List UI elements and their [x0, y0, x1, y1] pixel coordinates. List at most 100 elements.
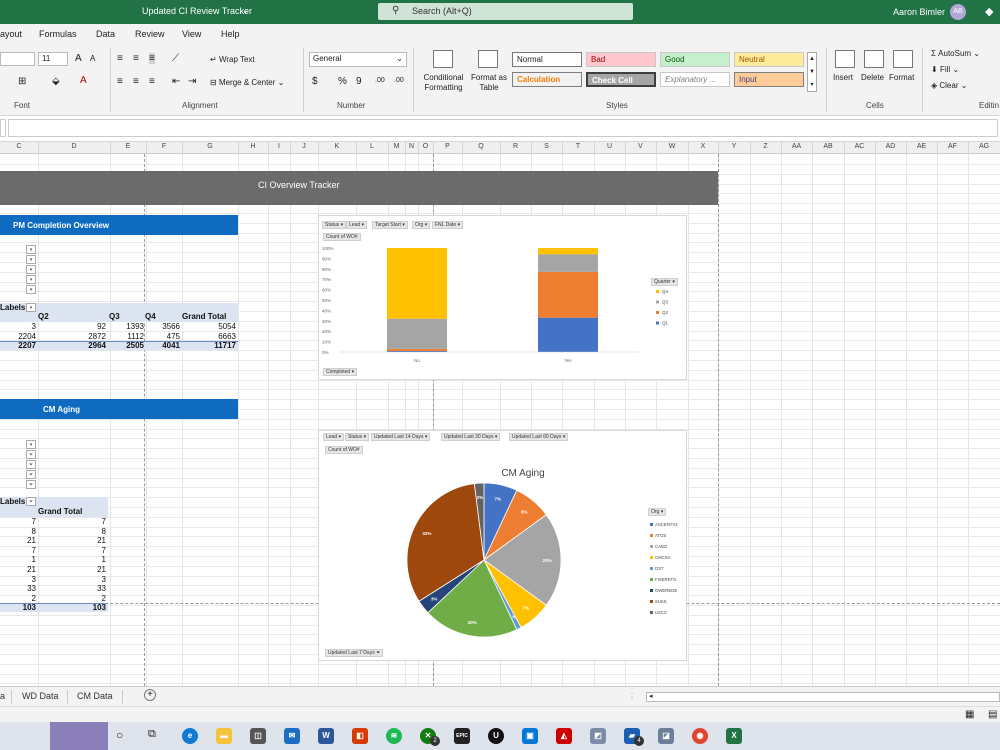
filter-dropdown-icon[interactable]: ▾ — [26, 245, 36, 254]
font-name-dropdown[interactable] — [0, 52, 35, 66]
scroll-divider-icon[interactable]: ⋮ — [628, 692, 636, 701]
bar-segment-q3[interactable] — [538, 254, 598, 272]
filter-applied-icon[interactable]: ⏷ — [26, 450, 36, 459]
column-header[interactable]: AE — [906, 143, 937, 150]
insert-cells-icon[interactable] — [835, 50, 855, 68]
style-normal[interactable]: Normal — [512, 52, 582, 67]
store-icon[interactable]: ◫ — [250, 728, 266, 744]
column-header[interactable]: P — [433, 143, 462, 150]
search-input[interactable]: ⚲ Search (Alt+Q) — [378, 3, 633, 20]
font-size-dropdown[interactable]: 11 — [38, 52, 68, 66]
cm-cell[interactable]: 33 — [40, 584, 106, 593]
bar-segment-q4[interactable] — [387, 248, 447, 319]
chevron-down-icon[interactable]: ⌄ — [242, 6, 249, 15]
app4-icon[interactable]: ◪ — [658, 728, 674, 744]
filter-applied-icon[interactable]: ⏷ — [26, 480, 36, 489]
column-header[interactable]: D — [38, 143, 110, 150]
bar-segment-q1[interactable] — [538, 317, 598, 352]
user-name[interactable]: Aaron Bimler — [893, 7, 945, 17]
column-header[interactable]: T — [562, 143, 594, 150]
conditional-formatting-button[interactable]: Conditional Formatting — [421, 73, 466, 93]
pm-completion-chart[interactable]: Status ▾ Lead ▾ Target Start ▾ Org ▾ FNL Dat… — [318, 215, 687, 380]
format-as-table-icon[interactable] — [478, 50, 498, 68]
align-left-icon[interactable]: ≡ — [117, 76, 123, 87]
comma-button[interactable]: 9 — [356, 76, 362, 87]
avatar[interactable]: AB — [950, 4, 966, 20]
filter-dropdown-icon[interactable]: ▾ — [26, 440, 36, 449]
cm-cell[interactable]: 7 — [40, 546, 106, 555]
pm-cell[interactable]: 1393 — [108, 322, 144, 331]
filter-dropdown-icon[interactable]: ▾ — [26, 275, 36, 284]
tab-formulas[interactable]: Formulas — [39, 29, 77, 39]
column-header[interactable]: AG — [968, 143, 1000, 150]
pm-cell[interactable]: 5054 — [182, 322, 236, 331]
excel-icon[interactable]: X — [726, 728, 742, 744]
column-header[interactable]: S — [531, 143, 562, 150]
explorer-icon[interactable]: ▬ — [216, 728, 232, 744]
name-box[interactable] — [0, 119, 6, 137]
pm-cell[interactable]: 2204 — [0, 332, 36, 341]
pm-cell[interactable]: 2872 — [40, 332, 106, 341]
column-header[interactable]: AF — [937, 143, 968, 150]
tab-page-layout[interactable]: ayout — [0, 29, 22, 39]
widgets-thumbnail[interactable] — [50, 722, 108, 750]
column-header[interactable]: G — [182, 143, 238, 150]
delete-cells-icon[interactable] — [864, 50, 884, 68]
tab-view[interactable]: View — [182, 29, 201, 39]
bar-segment-q4[interactable] — [538, 248, 598, 255]
decrease-decimal-button[interactable]: .00 — [394, 77, 404, 84]
pm-total-cell[interactable]: 4041 — [146, 341, 180, 350]
font-color-icon[interactable]: A — [80, 75, 87, 86]
wrap-text-button[interactable]: ↵ Wrap Text — [210, 55, 255, 64]
style-check-cell[interactable]: Check Cell — [586, 72, 656, 87]
format-button[interactable]: Format — [889, 73, 914, 82]
filter-dropdown-icon[interactable]: ▾ — [26, 255, 36, 264]
column-header[interactable]: Y — [718, 143, 750, 150]
filter-dropdown-icon[interactable]: ▾ — [26, 265, 36, 274]
cm-cell[interactable]: 3 — [0, 575, 36, 584]
format-cells-icon[interactable] — [893, 50, 913, 68]
mail-icon[interactable]: ✉ — [284, 728, 300, 744]
column-header[interactable]: K — [318, 143, 356, 150]
delete-button[interactable]: Delete — [861, 73, 884, 82]
horizontal-scrollbar[interactable]: ◂ — [646, 692, 1000, 702]
unreal-icon[interactable]: U — [488, 728, 504, 744]
app2-icon[interactable]: ◩ — [590, 728, 606, 744]
pm-total-cell[interactable]: 11717 — [182, 341, 236, 350]
cm-cell[interactable]: 1 — [40, 555, 106, 564]
window-title[interactable]: Updated CI Review Tracker — [142, 6, 252, 16]
page-layout-icon[interactable]: ▤ — [988, 709, 997, 720]
filter-dropdown-icon[interactable]: ▾ — [26, 303, 36, 312]
style-calculation[interactable]: Calculation — [512, 72, 582, 87]
column-header[interactable]: Q — [462, 143, 500, 150]
pm-cell[interactable]: 475 — [146, 332, 180, 341]
pm-cell[interactable]: 1112 — [108, 332, 144, 341]
style-explanatory[interactable]: Explanatory ... — [660, 72, 730, 87]
cm-aging-chart[interactable]: Lead ▾ Status ▾ Updated Last 14 Days ▾ Upda… — [318, 430, 687, 661]
increase-decimal-button[interactable]: .00 — [375, 77, 385, 84]
column-header[interactable]: F — [146, 143, 182, 150]
shrink-font-button[interactable]: A — [90, 54, 95, 63]
fill-color-icon[interactable]: ⬙ — [52, 76, 60, 87]
merge-center-button[interactable]: ⊟ Merge & Center ⌄ — [210, 78, 284, 87]
currency-button[interactable]: $ — [312, 76, 318, 87]
increase-indent-icon[interactable]: ⇥ — [188, 76, 196, 87]
pm-total-cell[interactable]: 2964 — [40, 341, 106, 350]
column-header[interactable]: AD — [875, 143, 906, 150]
column-header[interactable]: N — [405, 143, 418, 150]
bar-segment-q2[interactable] — [538, 271, 598, 318]
column-header[interactable]: H — [238, 143, 268, 150]
percent-button[interactable]: % — [338, 76, 347, 87]
decrease-indent-icon[interactable]: ⇤ — [172, 76, 180, 87]
column-header[interactable]: U — [594, 143, 625, 150]
pm-total-cell[interactable]: 2505 — [108, 341, 144, 350]
pm-cell[interactable]: 3 — [0, 322, 36, 331]
column-header[interactable]: O — [418, 143, 433, 150]
pm-total-cell[interactable]: 2207 — [0, 341, 36, 350]
align-right-icon[interactable]: ≡ — [149, 76, 155, 87]
chrome-icon[interactable]: ◉ — [692, 728, 708, 744]
cm-cell[interactable]: 2 — [0, 594, 36, 603]
task-view-icon[interactable]: ⧉ — [148, 728, 156, 741]
bar-segment-q2[interactable] — [387, 348, 447, 351]
scroll-left-icon[interactable]: ◂ — [649, 692, 653, 700]
